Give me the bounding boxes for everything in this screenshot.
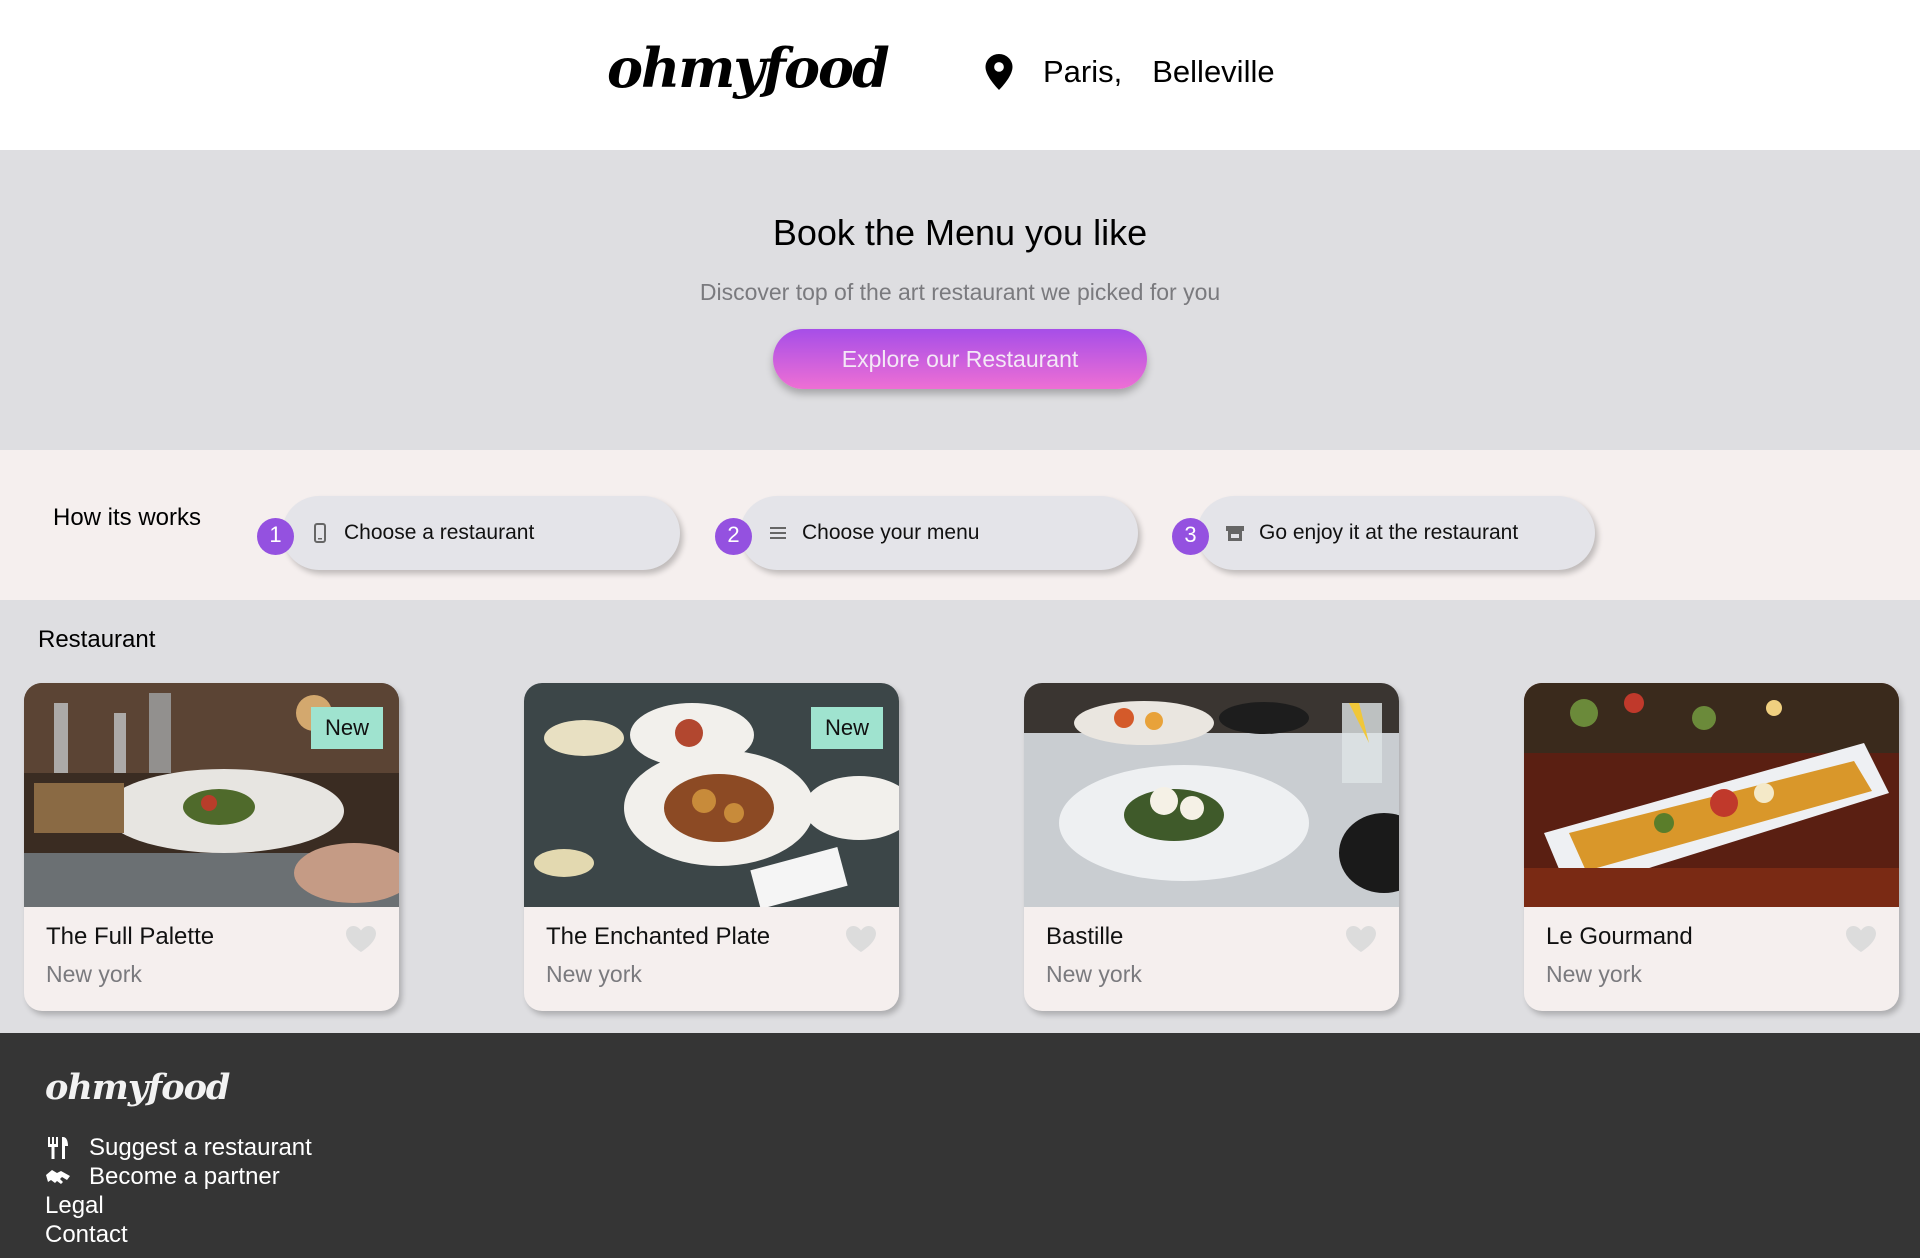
restaurant-name: Le Gourmand xyxy=(1546,923,1693,950)
hero-section: Book the Menu you like Discover top of t… xyxy=(0,150,1920,450)
restaurant-location: New york xyxy=(1046,961,1142,987)
location-city: Paris, xyxy=(1043,54,1123,89)
site-header: ohmyfood Paris, Belleville xyxy=(0,0,1920,150)
restaurant-location: New york xyxy=(1546,961,1642,987)
heart-icon[interactable] xyxy=(845,925,877,953)
store-icon xyxy=(1226,526,1244,541)
legal-link[interactable]: Legal xyxy=(45,1191,312,1220)
restaurant-card[interactable]: New The Full Palette New york xyxy=(24,683,399,1011)
site-logo[interactable]: ohmyfood xyxy=(607,36,890,100)
location-indicator[interactable]: Paris, Belleville xyxy=(985,54,1275,90)
step-label: Choose your menu xyxy=(802,521,980,544)
step-pill: Choose a restaurant xyxy=(282,496,680,570)
site-footer: ohmyfood Suggest a restaurant Become a p… xyxy=(0,1033,1920,1258)
restaurant-name: The Enchanted Plate xyxy=(546,923,771,950)
footer-logo[interactable]: ohmyfood xyxy=(45,1067,230,1108)
explore-restaurants-button[interactable]: Explore our Restaurant xyxy=(773,329,1147,389)
restaurants-section: Restaurant New The Full Palette New york… xyxy=(0,600,1920,1033)
restaurant-location: New york xyxy=(46,961,142,987)
how-it-works-title: How its works xyxy=(53,504,202,531)
restaurant-card[interactable]: Bastille New york xyxy=(1024,683,1399,1011)
step-number: 3 xyxy=(1172,518,1209,555)
contact-link[interactable]: Contact xyxy=(45,1220,312,1249)
hero-title: Book the Menu you like xyxy=(772,212,1148,253)
footer-links: Suggest a restaurant Become a partner Le… xyxy=(45,1133,312,1249)
heart-icon[interactable] xyxy=(345,925,377,953)
become-partner-link[interactable]: Become a partner xyxy=(45,1162,312,1191)
location-district: Belleville xyxy=(1152,54,1275,89)
new-badge: New xyxy=(310,707,383,749)
utensils-icon xyxy=(48,1136,68,1159)
step-number: 2 xyxy=(715,518,752,555)
step-pill: Go enjoy it at the restaurant xyxy=(1197,496,1595,570)
restaurant-photo xyxy=(1024,683,1399,907)
map-pin-icon xyxy=(985,54,1013,90)
mobile-phone-icon xyxy=(314,523,326,543)
footer-link-label: Contact xyxy=(45,1220,128,1248)
menu-list-icon xyxy=(770,527,786,539)
step-pill: Choose your menu xyxy=(740,496,1138,570)
restaurant-name: The Full Palette xyxy=(46,923,215,950)
suggest-restaurant-link[interactable]: Suggest a restaurant xyxy=(45,1133,312,1162)
restaurant-card[interactable]: New The Enchanted Plate New york xyxy=(524,683,899,1011)
new-badge: New xyxy=(810,707,883,749)
heart-icon[interactable] xyxy=(1845,925,1877,953)
heart-icon[interactable] xyxy=(1345,925,1377,953)
restaurant-name: Bastille xyxy=(1046,923,1124,950)
step-label: Choose a restaurant xyxy=(344,521,535,544)
restaurant-location: New york xyxy=(546,961,642,987)
footer-link-label: Suggest a restaurant xyxy=(89,1133,312,1161)
restaurant-card[interactable]: Le Gourmand New york xyxy=(1524,683,1899,1011)
how-it-works-section: How its works 1 Choose a restaurant 2 Ch… xyxy=(0,450,1920,600)
footer-link-label: Become a partner xyxy=(89,1162,280,1190)
handshake-icon xyxy=(46,1169,70,1184)
hero-subtitle: Discover top of the art restaurant we pi… xyxy=(699,279,1221,305)
restaurant-photo xyxy=(1524,683,1899,907)
restaurant-photo: New xyxy=(524,683,899,907)
step-number: 1 xyxy=(257,518,294,555)
restaurants-title: Restaurant xyxy=(38,626,156,653)
footer-link-label: Legal xyxy=(45,1191,104,1219)
restaurant-photo: New xyxy=(24,683,399,907)
step-label: Go enjoy it at the restaurant xyxy=(1259,521,1519,544)
